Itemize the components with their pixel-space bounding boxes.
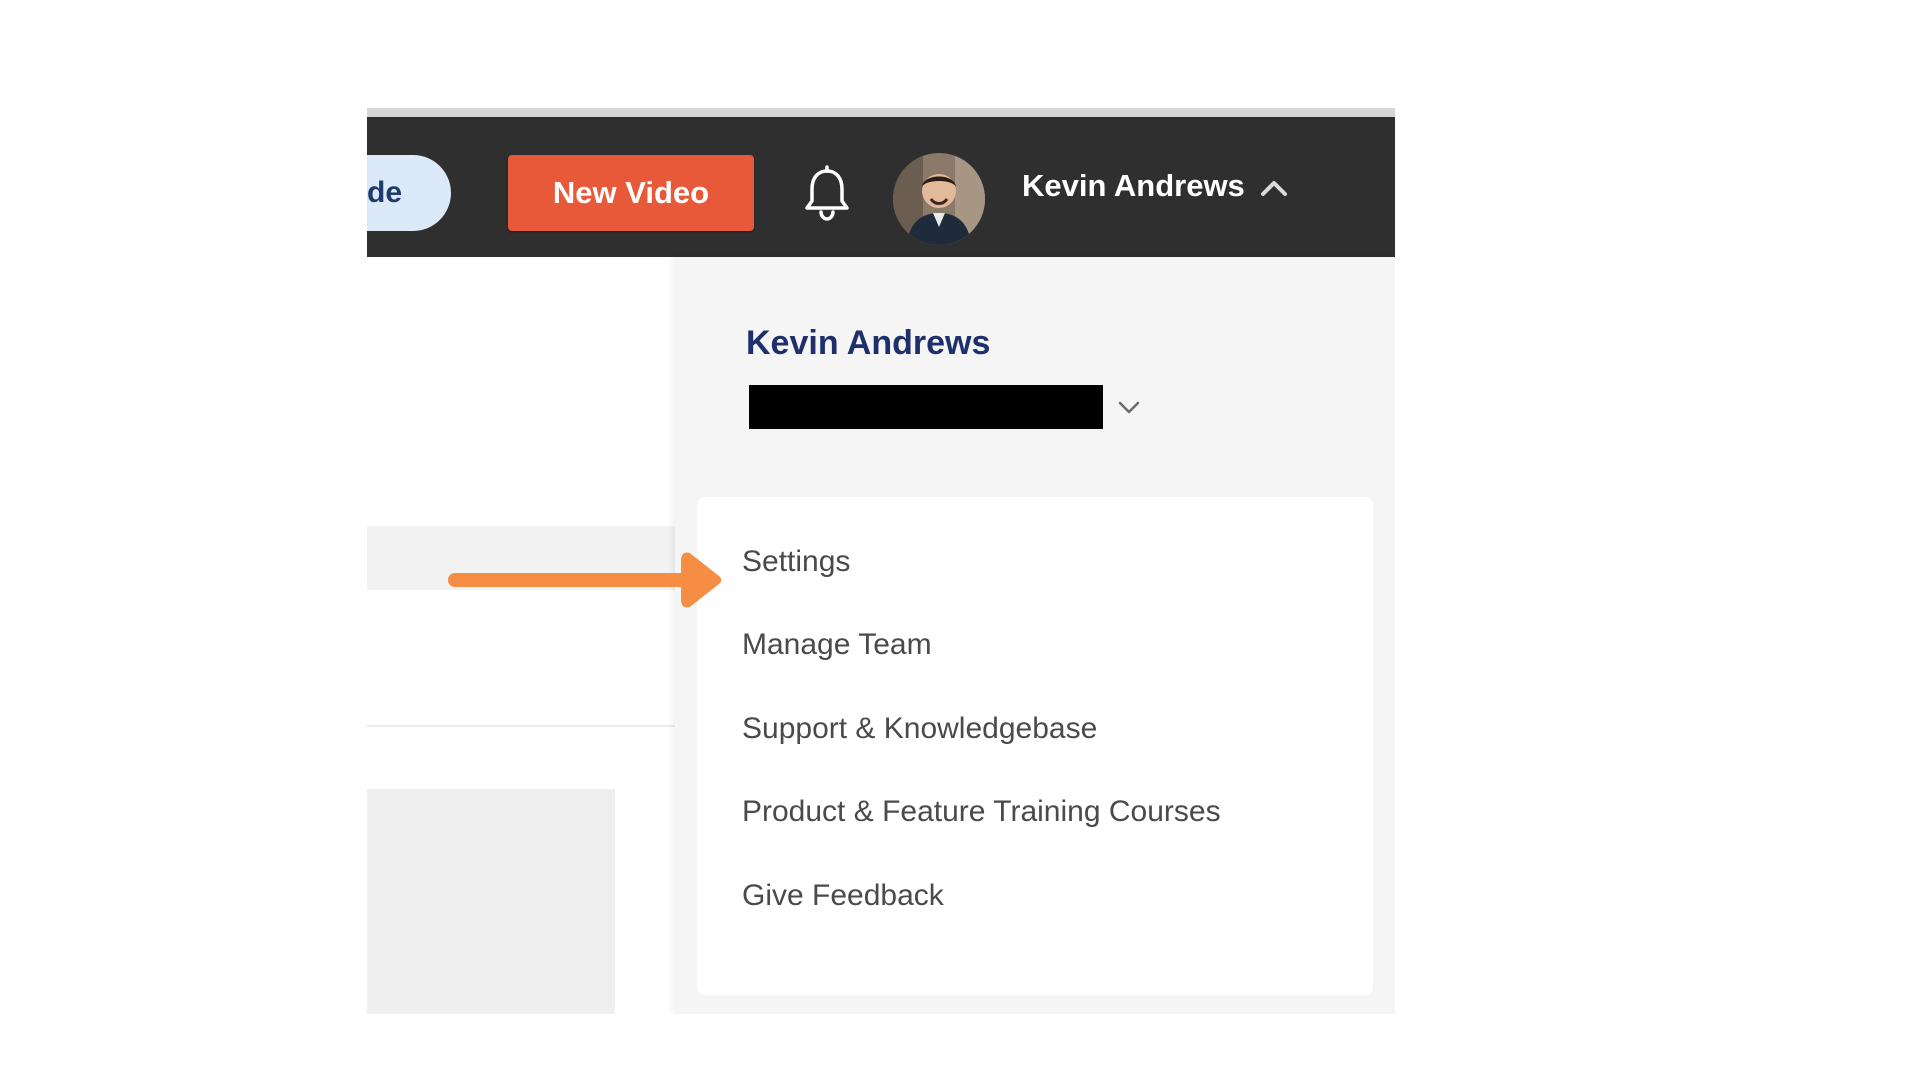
chevron-down-icon[interactable] <box>1116 397 1142 417</box>
top-navbar: de New Video Kevin Andrews <box>367 117 1395 257</box>
new-video-button[interactable]: New Video <box>508 155 754 231</box>
account-selector[interactable] <box>749 385 1140 429</box>
bell-icon[interactable] <box>797 163 857 223</box>
annotation-arrow-icon <box>447 548 727 612</box>
dropdown-user-name: Kevin Andrews <box>746 324 991 362</box>
chevron-up-icon[interactable] <box>1259 177 1289 199</box>
menu-item-manage-team[interactable]: Manage Team <box>742 628 932 662</box>
background-content-block <box>367 789 615 1014</box>
menu-item-give-feedback[interactable]: Give Feedback <box>742 879 944 913</box>
menu-item-training-courses[interactable]: Product & Feature Training Courses <box>742 795 1221 829</box>
background-divider <box>367 725 687 727</box>
window-top-border <box>367 108 1395 117</box>
menu-item-settings[interactable]: Settings <box>742 545 850 579</box>
user-avatar[interactable] <box>893 153 985 245</box>
menu-card: Settings Manage Team Support & Knowledge… <box>697 497 1373 995</box>
redacted-account-name <box>749 385 1103 429</box>
user-dropdown-menu: Kevin Andrews Settings Manage Team Suppo… <box>675 257 1395 1014</box>
user-menu-toggle[interactable]: Kevin Andrews <box>1022 168 1245 204</box>
guide-button[interactable]: de <box>367 155 451 231</box>
guide-button-label: de <box>367 176 403 209</box>
menu-item-support[interactable]: Support & Knowledgebase <box>742 712 1097 746</box>
